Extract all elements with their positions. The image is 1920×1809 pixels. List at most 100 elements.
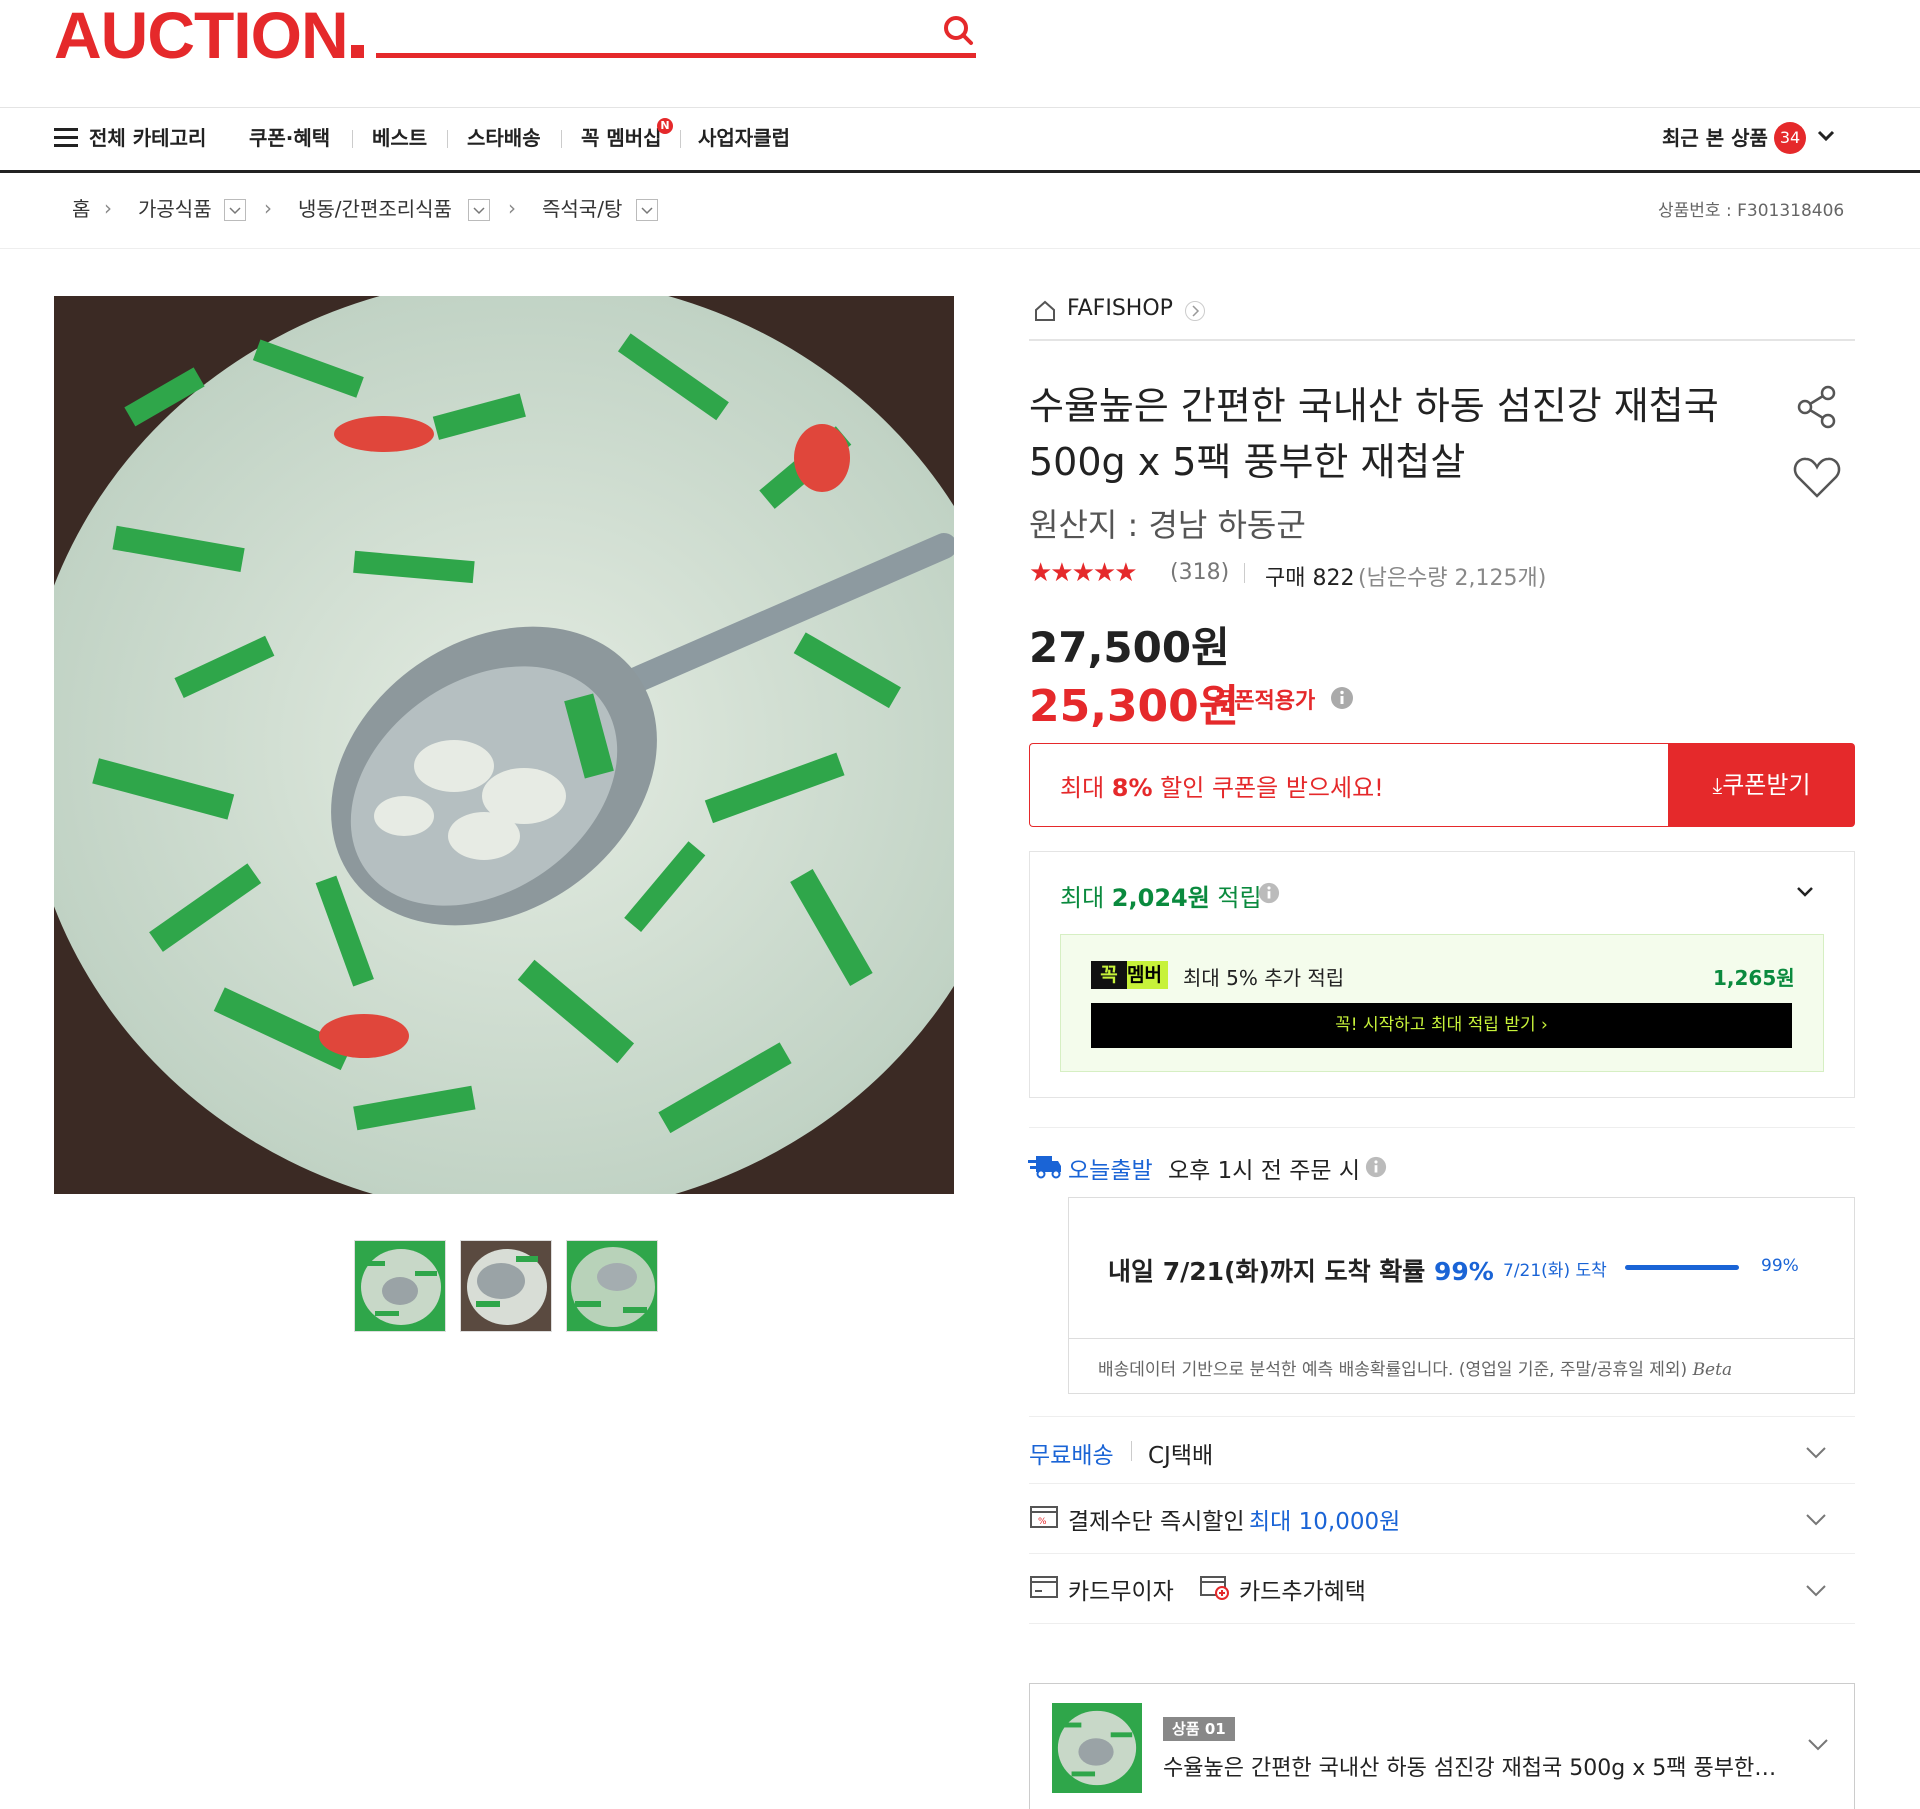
nav-membership[interactable]: 꼭 멤버십: [581, 120, 662, 156]
today-ship-label: 오늘출발: [1068, 1158, 1153, 1184]
menu-icon[interactable]: [54, 128, 78, 148]
delivery-bar-percent: 99%: [1761, 1256, 1799, 1276]
info-icon[interactable]: [1258, 882, 1280, 904]
chevron-down-icon[interactable]: [1802, 1576, 1830, 1604]
info-icon[interactable]: [1330, 686, 1354, 710]
share-icon[interactable]: [1795, 385, 1839, 429]
shop-home-icon: [1033, 299, 1057, 323]
breadcrumb-dropdown-2[interactable]: [468, 199, 490, 221]
breadcrumb-divider: [0, 248, 1920, 249]
nav-divider-top: [0, 107, 1920, 108]
search-input[interactable]: [380, 8, 920, 48]
product-main-image[interactable]: [54, 296, 954, 1194]
option-name: 수율높은 간편한 국내산 하동 섬진강 재첩국 500g x 5팩 풍부한 재첩…: [1163, 1756, 1783, 1781]
shipping-separator: [1131, 1441, 1132, 1461]
option-thumbnail: [1052, 1703, 1142, 1793]
nav-separator: [352, 130, 353, 148]
breadcrumb-arrow-icon: ›: [264, 196, 272, 220]
recent-count-badge[interactable]: 34: [1774, 122, 1806, 154]
chevron-down-icon[interactable]: [1802, 1505, 1830, 1533]
today-ship-condition: 오후 1시 전 주문 시: [1168, 1158, 1360, 1184]
reward-title: 최대 2,024원 적립: [1060, 878, 1262, 913]
card-extra-benefit-label: 카드추가혜택: [1239, 1579, 1366, 1605]
remaining-quantity: (남은수량 2,125개): [1358, 566, 1547, 591]
nav-star-delivery[interactable]: 스타배송: [467, 120, 541, 156]
payment-card-icon: %: [1030, 1505, 1058, 1529]
purchase-count: 구매 822: [1265, 566, 1355, 591]
delivery-truck-icon: [1028, 1152, 1062, 1180]
breadcrumb-level-3[interactable]: 즉석국/탕: [542, 194, 622, 224]
delivery-prediction-text: 내일 7/21(화)까지 도착 확률 99%: [1108, 1252, 1494, 1288]
card-plus-icon: [1200, 1575, 1230, 1601]
card-icon: [1030, 1575, 1058, 1599]
carrier-label: CJ택배: [1148, 1443, 1214, 1469]
delivery-note: 배송데이터 기반으로 분석한 예측 배송확률입니다. (영업일 기준, 주말/공…: [1098, 1355, 1732, 1380]
thumbnail-1[interactable]: [354, 1240, 446, 1332]
info-icon[interactable]: [1365, 1156, 1387, 1178]
logo-dot: [350, 45, 364, 58]
chevron-down-icon[interactable]: [1802, 1438, 1830, 1466]
coupon-text-pct: 8%: [1111, 774, 1153, 802]
nav-all-category[interactable]: 전체 카테고리: [89, 120, 206, 156]
get-coupon-button[interactable]: ⤓쿠폰받기: [1668, 743, 1855, 827]
original-price: 27,500원: [1029, 623, 1230, 672]
review-count[interactable]: (318): [1170, 560, 1229, 585]
rating-separator: [1244, 563, 1245, 583]
interest-free-label: 카드무이자: [1068, 1579, 1174, 1605]
breadcrumb-dropdown-1[interactable]: [224, 199, 246, 221]
nav-separator: [561, 130, 562, 148]
option-selector[interactable]: [1029, 1683, 1855, 1809]
download-icon: ⤓: [1712, 774, 1723, 799]
chevron-down-icon[interactable]: [1815, 125, 1837, 147]
rating-stars: ★★★★★: [1029, 558, 1138, 588]
breadcrumb-level-2[interactable]: 냉동/간편조리식품: [298, 194, 452, 224]
breadcrumb-arrow-icon: ›: [104, 196, 112, 220]
member-start-button[interactable]: 꼭! 시작하고 최대 적립 받기 ›: [1091, 1003, 1792, 1048]
nav-business-club[interactable]: 사업자클럽: [698, 120, 790, 156]
shop-divider: [1029, 339, 1855, 341]
beta-label: Beta: [1692, 1360, 1733, 1380]
shop-name-link[interactable]: FAFISHOP: [1067, 296, 1173, 321]
chevron-right-circle-icon[interactable]: [1184, 300, 1206, 322]
coupon-message: 최대 8% 할인 쿠폰을 받으세요!: [1060, 768, 1384, 803]
heart-icon[interactable]: [1793, 456, 1841, 500]
delivery-main-pre: 내일 7/21(화)까지 도착 확률: [1108, 1257, 1434, 1286]
delivery-bar-date: 7/21(화) 도착: [1503, 1261, 1607, 1281]
svg-text:%: %: [1038, 1517, 1047, 1527]
payment-discount-text: 결제수단 즉시할인: [1068, 1509, 1245, 1535]
delivery-probability-bar: [1625, 1265, 1739, 1270]
product-number: 상품번호 : F301318406: [1658, 201, 1845, 221]
search-underline: [376, 53, 976, 58]
search-button[interactable]: [940, 10, 976, 50]
breadcrumb-dropdown-3[interactable]: [636, 199, 658, 221]
new-badge: N: [657, 118, 673, 134]
delivery-note-text: 배송데이터 기반으로 분석한 예측 배송확률입니다. (영업일 기준, 주말/공…: [1098, 1360, 1688, 1380]
thumbnail-3[interactable]: [566, 1240, 658, 1332]
option-badge: 상품 01: [1163, 1717, 1235, 1741]
coupon-button-label: 쿠폰받기: [1722, 771, 1811, 799]
chevron-down-icon[interactable]: [1790, 877, 1820, 907]
nav-best[interactable]: 베스트: [372, 120, 427, 156]
coupon-text-post: 할인 쿠폰을 받으세요!: [1152, 774, 1384, 802]
search-icon: [944, 16, 973, 45]
auction-logo[interactable]: AUCTION: [54, 2, 364, 68]
logo-text: AUCTION: [54, 0, 349, 72]
member-reward-text: 최대 5% 추가 적립: [1183, 966, 1345, 990]
nav-separator: [447, 130, 448, 148]
sale-price: 25,300원: [1029, 681, 1240, 732]
section-divider: [1029, 1127, 1855, 1128]
thumbnail-2[interactable]: [460, 1240, 552, 1332]
coupon-price-label: 쿠폰적용가: [1214, 689, 1316, 714]
chevron-down-icon[interactable]: [1804, 1730, 1832, 1758]
nav-coupon-benefit[interactable]: 쿠폰·혜택: [249, 120, 330, 156]
delivery-main-pct: 99%: [1433, 1257, 1494, 1286]
product-origin: 원산지 : 경남 하동군: [1029, 506, 1306, 544]
breadcrumb-level-1[interactable]: 가공식품: [138, 194, 212, 224]
breadcrumb-arrow-icon: ›: [508, 196, 516, 220]
member-reward-amount: 1,265원: [1713, 966, 1795, 990]
nav-divider-bottom: [0, 170, 1920, 173]
breadcrumb-home[interactable]: 홈: [72, 194, 90, 224]
reward-pre: 최대: [1060, 884, 1112, 912]
member-logo-k: 꼭: [1091, 961, 1127, 989]
recent-viewed-label[interactable]: 최근 본 상품: [1662, 120, 1768, 156]
